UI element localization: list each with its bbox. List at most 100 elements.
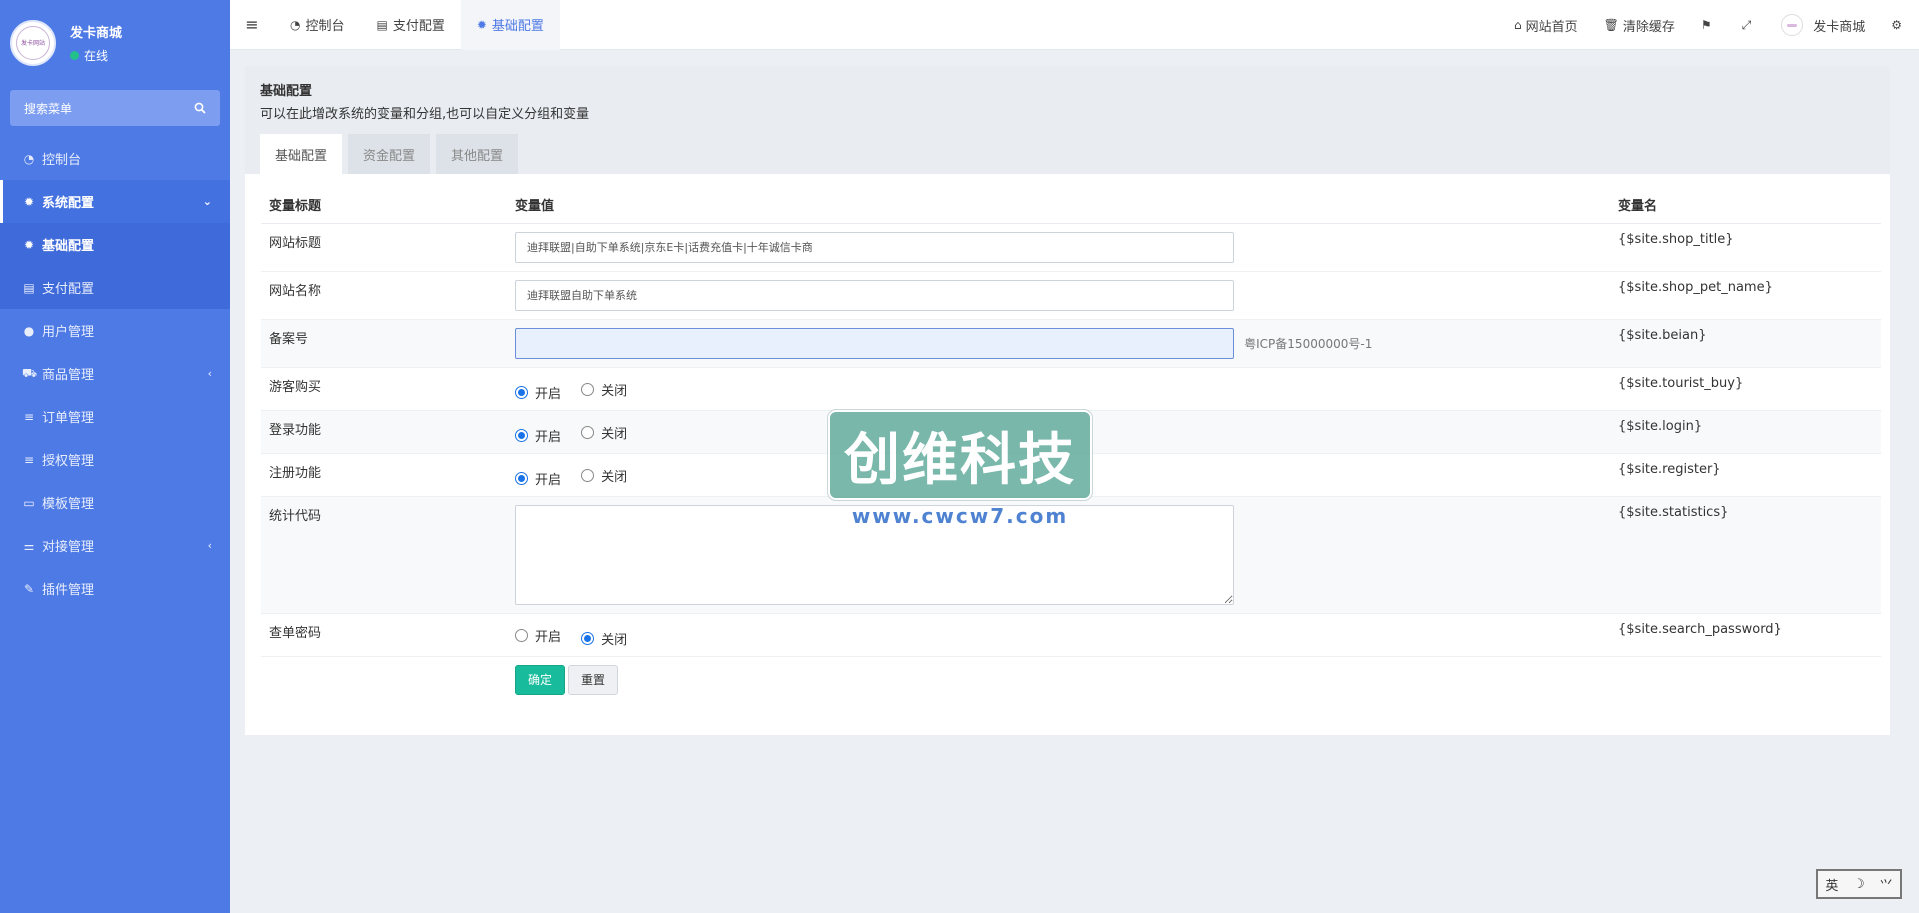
sidebar-item-orders[interactable]: ≡ 订单管理 [0,395,230,438]
gears-icon: ⚙ [1891,18,1902,32]
reset-button[interactable]: 重置 [568,664,619,695]
sidebar-item-label: 支付配置 [42,282,95,297]
menu-toggle-icon[interactable]: ≡ [230,15,274,34]
radio-label: 关闭 [601,426,628,442]
statistics-textarea[interactable] [515,504,1234,605]
beian-help: 粤ICP备15000000号-1 [1244,336,1373,351]
sidebar-item-plugins[interactable]: ✎ 插件管理 [0,567,230,610]
language-button[interactable]: ⚑ [1688,18,1729,32]
tab-payment-config[interactable]: ▤ 支付配置 [361,0,461,50]
beian-input[interactable] [515,327,1234,359]
radio-checked-icon [515,428,528,442]
sidebar: 发卡网站 发卡商城 在线 搜索菜单 ◔ 控制台 ✹ 系统配置 ⌄ ✹ 基础配置 [0,0,230,913]
online-dot-icon [70,51,79,60]
header-value: 变量值 [507,187,1610,224]
radio-unchecked-icon [581,425,595,439]
settings-button[interactable]: ⚙ [1878,18,1919,32]
gear-icon: ✹ [23,237,35,252]
trash-icon: 🗑 [1603,18,1619,32]
tab-dashboard[interactable]: ◔ 控制台 [274,0,361,50]
tab-basic-config[interactable]: ✹ 基础配置 [460,0,560,50]
moon-icon[interactable]: ☽ [1853,877,1865,892]
radio-checked-icon [581,631,595,645]
main-panel: 基础配置 可以在此增改系统的变量和分组,也可以自定义分组和变量 基础配置 资金配… [245,66,1890,735]
sidebar-item-payment-config[interactable]: ▤ 支付配置 [0,266,230,309]
tab-funds[interactable]: 资金配置 [348,134,431,174]
header-title: 变量标题 [261,187,507,224]
sidebar-menu: ◔ 控制台 ✹ 系统配置 ⌄ ✹ 基础配置 ▤ 支付配置 ● 用户管理 ⛟ 商品… [0,137,230,610]
fullscreen-button[interactable]: ⤢ [1729,18,1769,33]
row-var: {$site.shop_pet_name} [1610,271,1881,320]
tourist-buy-off-radio[interactable]: 关闭 [581,380,627,399]
confirm-button[interactable]: 确定 [515,664,566,695]
chevron-left-icon: ‹ [207,367,212,380]
table-header-row: 变量标题 变量值 变量名 [261,187,1881,224]
row-var: {$site.statistics} [1610,496,1881,614]
sidebar-item-system-config[interactable]: ✹ 系统配置 ⌄ [0,180,230,223]
config-tabs: 基础配置 资金配置 其他配置 [260,134,524,174]
search-placeholder: 搜索菜单 [24,101,73,116]
ime-toolbar[interactable]: 英 ☽ ⺍ [1816,869,1902,899]
sidebar-item-license[interactable]: ≡ 授权管理 [0,438,230,481]
sidebar-item-goods[interactable]: ⛟ 商品管理 ‹ [0,352,230,395]
search-password-off-radio[interactable]: 关闭 [581,629,627,648]
clear-cache-button[interactable]: 🗑 清除缓存 [1591,16,1688,35]
sidebar-item-dashboard[interactable]: ◔ 控制台 [0,137,230,180]
table-row: 备案号 粤ICP备15000000号-1 {$site.beian} [261,319,1881,368]
login-off-radio[interactable]: 关闭 [581,423,627,442]
home-icon: ⌂ [1513,18,1522,32]
list-icon: ≡ [23,452,35,467]
sidebar-item-docking[interactable]: ⚌ 对接管理 ‹ [0,524,230,567]
hand-icon[interactable]: ⺍ [1880,875,1893,894]
table-row: 网站标题 {$site.shop_title} [261,223,1881,272]
tab-other[interactable]: 其他配置 [436,134,519,174]
sidebar-item-label: 插件管理 [42,583,95,598]
radio-label: 开启 [535,629,562,645]
radio-label: 关闭 [601,383,628,399]
table-row: 网站名称 {$site.shop_pet_name} [261,271,1881,320]
avatar: 发卡网站 [10,20,56,66]
login-on-radio[interactable]: 开启 [515,426,561,445]
status-text: 在线 [84,49,109,63]
row-var: {$site.register} [1610,453,1881,497]
table-row: 登录功能 开启 关闭 {$site.login} [261,410,1881,454]
server-icon: ▤ [376,17,388,32]
sidebar-item-label: 模板管理 [42,497,95,512]
sidebar-item-templates[interactable]: ▭ 模板管理 [0,481,230,524]
row-label: 网站标题 [261,223,507,272]
user-menu[interactable]: 发卡商城 [1768,14,1878,36]
fullscreen-icon: ⤢ [1741,17,1752,32]
sidebar-item-label: 控制台 [42,153,82,168]
table-row: 注册功能 开启 关闭 {$site.register} [261,453,1881,497]
menu-search-input[interactable]: 搜索菜单 [10,90,220,126]
row-var: {$site.search_password} [1610,613,1881,657]
search-icon[interactable] [194,102,206,114]
radio-unchecked-icon [581,382,595,396]
tab-label: 控制台 [305,19,345,34]
sidebar-item-users[interactable]: ● 用户管理 [0,309,230,352]
language-icon: ⚑ [1700,18,1712,32]
search-password-on-radio[interactable]: 开启 [515,626,561,645]
user-status: 在线 [70,47,122,64]
topbar: ≡ ◔ 控制台 ▤ 支付配置 ✹ 基础配置 ⌂ 网站首页 🗑 清除缓存 ⚑ ⤢ … [230,0,1919,50]
site-home-link[interactable]: ⌂ 网站首页 [1501,16,1591,35]
tab-basic[interactable]: 基础配置 [260,134,343,174]
avatar-logo: 发卡网站 [16,26,50,60]
user-panel: 发卡网站 发卡商城 在线 [0,0,230,86]
page-description: 可以在此增改系统的变量和分组,也可以自定义分组和变量 [260,107,590,122]
register-on-radio[interactable]: 开启 [515,469,561,488]
topbar-right: ⌂ 网站首页 🗑 清除缓存 ⚑ ⤢ 发卡商城 ⚙ [1501,0,1919,50]
radio-label: 关闭 [601,469,628,485]
sidebar-item-label: 对接管理 [42,540,95,555]
user-menu-label: 发卡商城 [1813,19,1866,35]
ime-lang[interactable]: 英 [1825,875,1838,894]
tourist-buy-on-radio[interactable]: 开启 [515,383,561,402]
row-label: 网站名称 [261,271,507,320]
shop-title-input[interactable] [515,231,1234,263]
row-label: 统计代码 [261,496,507,614]
shop-name-input[interactable] [515,279,1234,311]
plug-icon: ✎ [23,581,35,596]
register-off-radio[interactable]: 关闭 [581,466,627,485]
sidebar-item-basic-config[interactable]: ✹ 基础配置 [0,223,230,266]
sidebar-item-label: 授权管理 [42,454,95,469]
